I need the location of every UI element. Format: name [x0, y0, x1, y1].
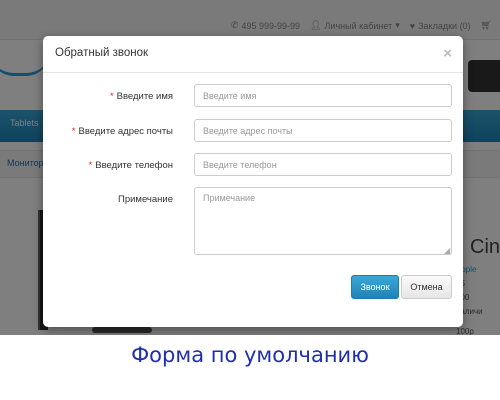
call-button[interactable]: Звонок: [351, 275, 399, 299]
modal-header: Обратный звонок ×: [43, 36, 463, 73]
resize-grip-icon[interactable]: ◢: [444, 247, 450, 255]
caption: Форма по умолчанию: [131, 343, 369, 367]
modal-title: Обратный звонок: [55, 47, 148, 59]
name-label: * Введите имя: [110, 91, 173, 102]
phone-label: * Введите телефон: [89, 160, 173, 171]
cancel-button[interactable]: Отмена: [401, 275, 452, 299]
note-textarea[interactable]: [194, 187, 452, 255]
stage: ✆ 495 999-99-99 👤︎ Личный кабинет ▾ ♥ За…: [0, 0, 500, 400]
screenshot-area: ✆ 495 999-99-99 👤︎ Личный кабинет ▾ ♥ За…: [0, 0, 500, 335]
phone-input[interactable]: [194, 153, 452, 176]
email-label: * Введите адрес почты: [72, 126, 173, 137]
callback-modal: Обратный звонок × *Введите имя *Введите …: [43, 36, 463, 327]
required-mark: *: [109, 91, 114, 102]
required-mark: *: [88, 160, 93, 171]
name-label-text: Введите имя: [116, 91, 173, 102]
phone-label-text: Введите телефон: [95, 160, 173, 171]
email-label-text: Введите адрес почты: [78, 126, 174, 137]
name-input[interactable]: [194, 84, 452, 107]
note-label: Примечание: [118, 194, 173, 205]
email-input[interactable]: [194, 119, 452, 142]
close-icon[interactable]: ×: [443, 45, 452, 62]
required-mark: *: [71, 126, 76, 137]
